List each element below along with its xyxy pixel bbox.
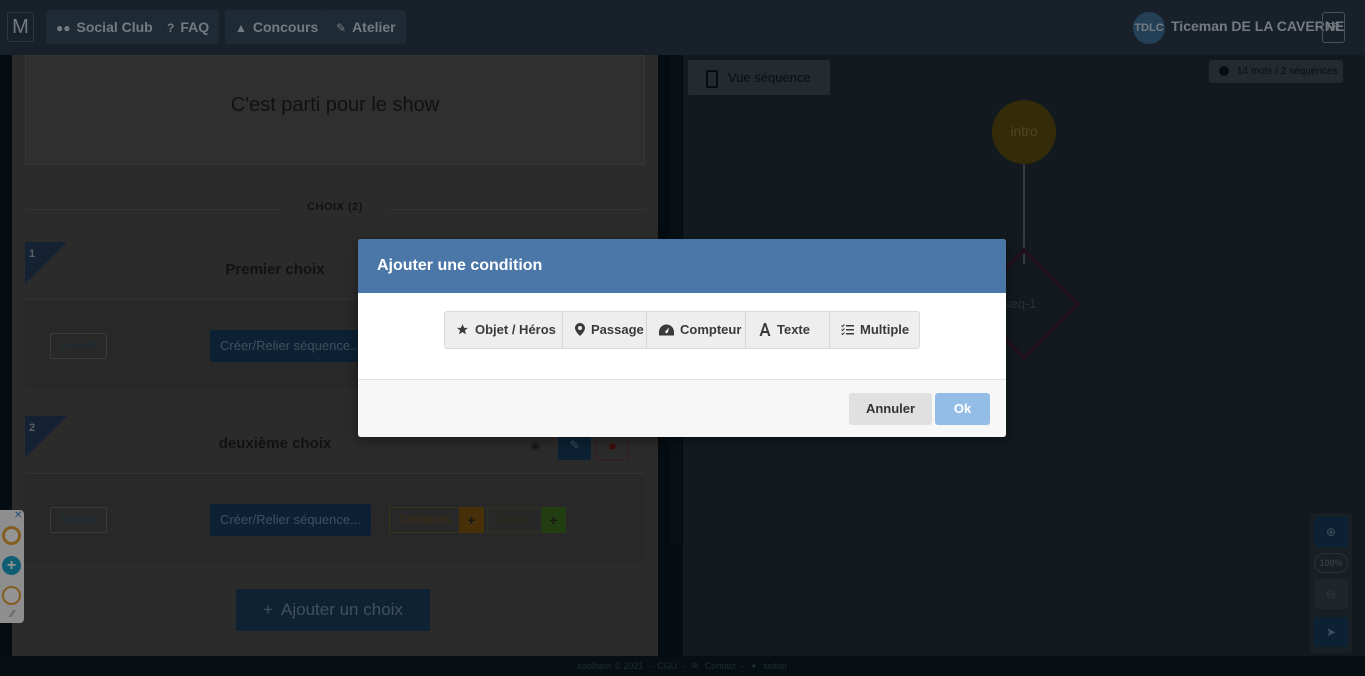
checklist-icon <box>841 323 854 335</box>
dialog-header: Ajouter une condition <box>358 239 1006 293</box>
cancel-button[interactable]: Annuler <box>849 393 932 425</box>
condition-objet-heros-button[interactable]: Objet / Héros <box>445 312 563 348</box>
map-marker-icon <box>575 323 585 337</box>
condition-compteur-label: Compteur <box>680 322 742 337</box>
condition-passage-label: Passage <box>591 322 644 337</box>
dialog-title: Ajouter une condition <box>377 257 543 274</box>
condition-passage-button[interactable]: Passage <box>563 312 647 348</box>
condition-multiple-button[interactable]: Multiple <box>830 312 919 348</box>
dialog-footer: Annuler Ok <box>358 379 1006 437</box>
condition-multiple-label: Multiple <box>860 322 910 337</box>
condition-objet-heros-label: Objet / Héros <box>475 322 556 337</box>
ok-button[interactable]: Ok <box>935 393 990 425</box>
gauge-icon <box>659 324 674 336</box>
condition-type-group: Objet / Héros Passage Compteur Texte Mul… <box>444 311 920 349</box>
font-icon <box>759 323 771 337</box>
condition-compteur-button[interactable]: Compteur <box>647 312 746 348</box>
star-icon <box>457 324 468 335</box>
condition-texte-button[interactable]: Texte <box>746 312 830 348</box>
add-condition-dialog: Ajouter une condition Objet / Héros Pass… <box>358 239 1006 437</box>
condition-texte-label: Texte <box>777 322 810 337</box>
